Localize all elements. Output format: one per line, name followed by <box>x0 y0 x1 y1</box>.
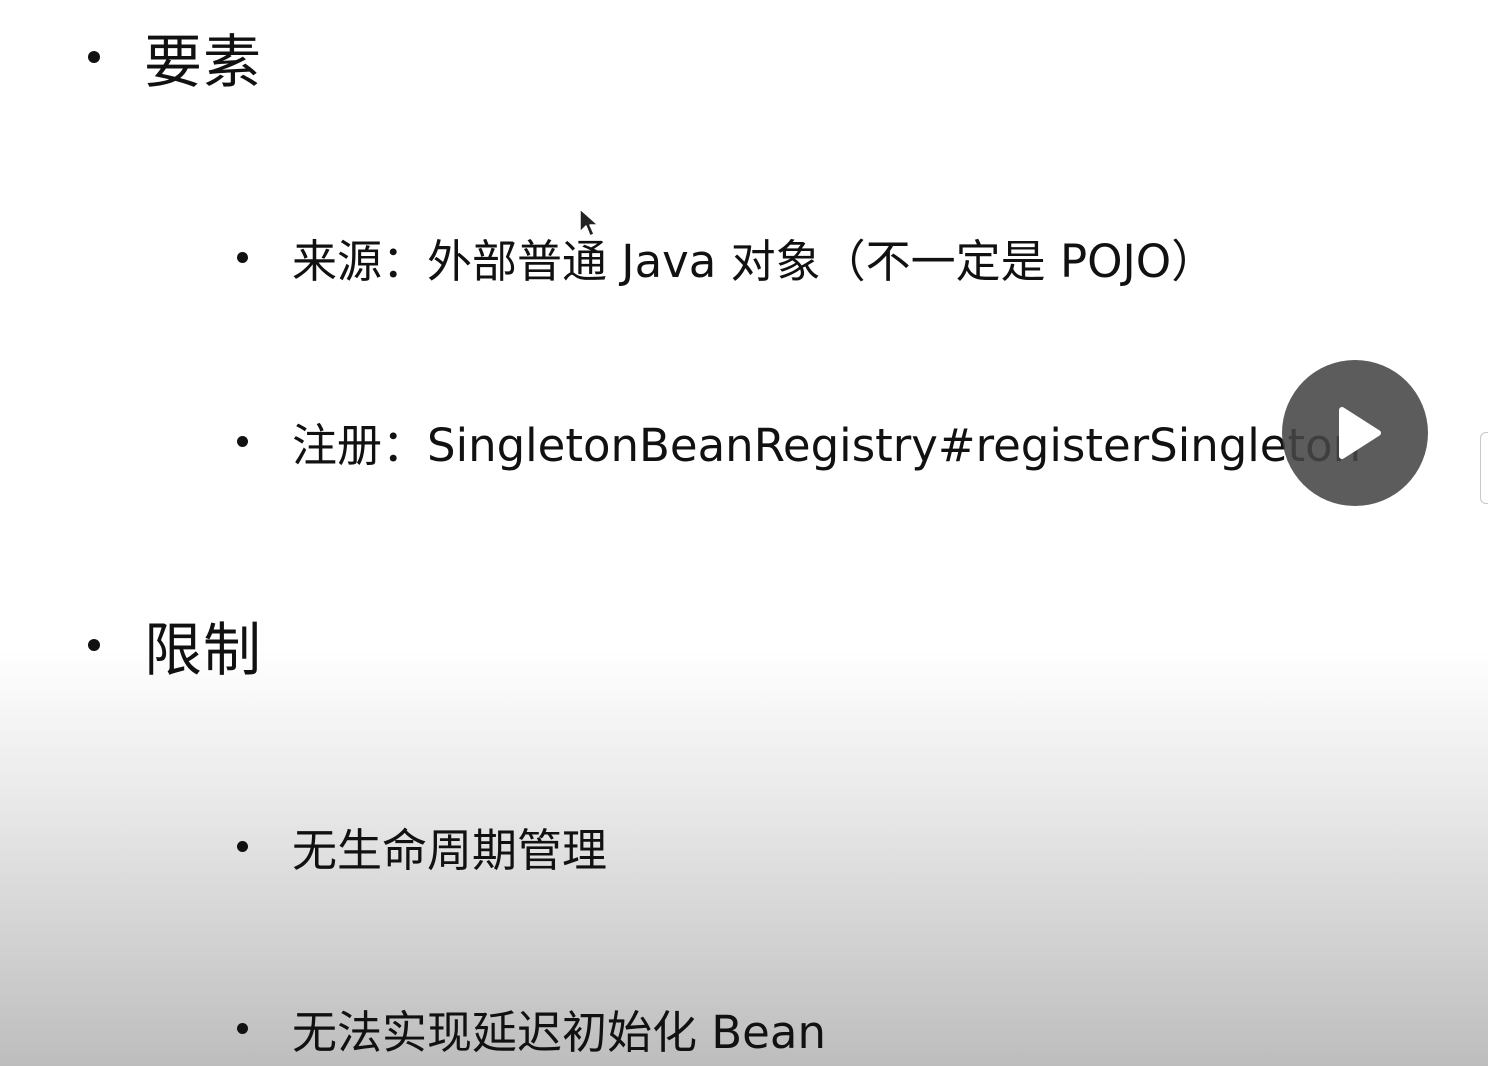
heading-text: 要素 <box>144 28 263 96</box>
item-text: 来源：外部普通 Java 对象（不一定是 POJO） <box>292 234 1217 288</box>
bullet-dot-icon <box>237 435 248 447</box>
play-icon <box>1339 407 1381 459</box>
side-panel-handle[interactable] <box>1480 432 1488 504</box>
bullet-dot-icon <box>88 51 100 63</box>
item-text: 注册：SingletonBeanRegistry#registerSinglet… <box>292 418 1362 472</box>
play-button[interactable] <box>1282 360 1428 506</box>
bullet-dot-icon <box>237 251 248 263</box>
list-item-no-lazy-init: 无法实现延迟初始化 Bean <box>237 997 826 1059</box>
bullet-dot-icon <box>237 1022 248 1034</box>
list-item-registration: 注册：SingletonBeanRegistry#registerSinglet… <box>237 410 1361 472</box>
list-item-no-lifecycle: 无生命周期管理 <box>237 815 607 877</box>
slide-background <box>0 0 1488 1066</box>
section-heading-limitations: 限制 <box>88 610 262 684</box>
list-item-source: 来源：外部普通 Java 对象（不一定是 POJO） <box>237 226 1216 288</box>
heading-text: 限制 <box>144 616 263 684</box>
section-heading-elements: 要素 <box>88 22 262 96</box>
item-text: 无生命周期管理 <box>292 823 608 877</box>
mouse-cursor-icon <box>579 208 599 237</box>
item-text: 无法实现延迟初始化 Bean <box>292 1005 826 1059</box>
bullet-dot-icon <box>88 639 100 651</box>
bullet-dot-icon <box>237 840 248 852</box>
